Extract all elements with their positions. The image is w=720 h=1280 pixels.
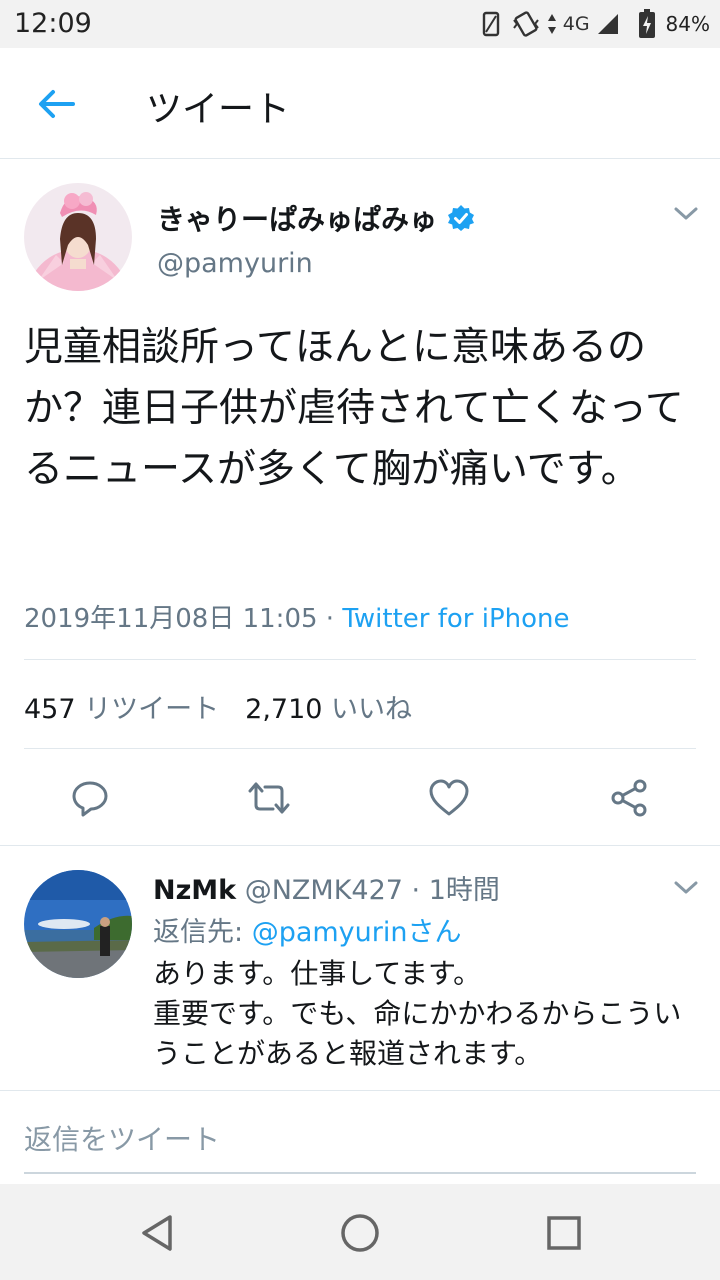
retweet-button[interactable] [247,776,291,820]
reply-author-name[interactable]: NzMk [153,875,236,906]
status-bar: 12:09 4G 84% [0,0,720,48]
reply-to-line: 返信先: @pamyurinさん [153,910,461,949]
reply-header: NzMk @NZMK427 · 1時間 [153,868,500,907]
retweet-stat[interactable]: 457 リツイート [24,694,219,725]
reply-to-mention[interactable]: @pamyurinさん [252,917,462,948]
reply-text: あります。仕事してます。 重要です。でも、命にかかわるからこういうことがあると報… [153,954,698,1074]
meta-separator: · [317,604,343,634]
triangle-back-icon [142,1215,172,1251]
compose-underline [24,1172,696,1174]
reply-text-line: あります。仕事してます。 [153,957,482,990]
reply-separator: · [402,875,429,906]
divider [24,659,696,660]
battery-icon [638,9,656,39]
reply-author-handle[interactable]: @NZMK427 [245,875,403,906]
tweet-actions [0,770,720,826]
share-button[interactable] [607,776,651,820]
signal-icon [596,12,620,36]
share-icon [611,779,647,817]
nav-recents-button[interactable] [541,1210,587,1256]
arrow-left-icon [39,90,75,118]
author-name-row[interactable]: きゃりーぱみゅぱみゅ [157,198,475,238]
like-count: 2,710 [245,694,323,725]
nav-back-button[interactable] [134,1210,180,1256]
tweet-text: 児童相談所ってほんとに意味あるのか？連日子供が虐待されて亡くなってるニュースが多… [24,325,684,492]
reply-text-line: 重要です。でも、命にかかわるからこういうことがあると報道されます。 [153,997,682,1070]
tweet-timestamp: 2019年11月08日 11:05 [24,604,318,634]
circle-home-icon [341,1214,379,1252]
like-button[interactable] [427,776,471,820]
back-button[interactable] [34,84,78,124]
reply-menu-button[interactable] [672,878,700,898]
reply-avatar[interactable] [24,870,132,978]
reply-compose-input[interactable]: 返信をツイート [24,1118,220,1158]
battery-percent: 84% [665,12,710,36]
reply-tweet[interactable]: NzMk @NZMK427 · 1時間 返信先: @pamyurinさん ありま… [0,846,720,1090]
divider [24,748,696,749]
author-avatar[interactable] [24,183,132,291]
vibrate-icon [511,10,541,38]
section-divider [0,1090,720,1091]
heart-icon [429,779,469,816]
like-stat[interactable]: 2,710 いいね [245,694,412,725]
page-title: ツイート [146,89,291,130]
screen-rotation-icon [477,10,505,38]
like-label: いいね [331,694,413,725]
tweet-stats: 457 リツイート 2,710 いいね [24,687,412,726]
reply-button[interactable] [68,776,112,820]
tweet-menu-button[interactable] [672,204,700,224]
network-type: 4G [562,13,590,35]
tweet-source-link[interactable]: Twitter for iPhone [342,604,569,634]
retweet-count: 457 [24,694,76,725]
status-time: 12:09 [14,8,92,39]
author-name: きゃりーぱみゅぱみゅ [157,203,438,236]
status-icons: 4G 84% [477,8,710,40]
tweet-meta: 2019年11月08日 11:05 · Twitter for iPhone [24,598,570,635]
data-arrows-icon [547,12,557,36]
square-recents-icon [547,1216,581,1250]
system-nav-bar [0,1184,720,1280]
chevron-down-icon [674,881,698,894]
retweet-label: リツイート [84,694,220,725]
reply-bubble-icon [72,781,108,817]
nav-home-button[interactable] [337,1210,383,1256]
app-header: ツイート [0,48,720,159]
reply-time: 1時間 [428,875,500,906]
retweet-icon [248,782,290,814]
chevron-down-icon [674,207,698,220]
reply-to-prefix: 返信先: [153,917,252,948]
verified-badge-icon [448,205,475,231]
author-handle[interactable]: @pamyurin [157,248,313,279]
